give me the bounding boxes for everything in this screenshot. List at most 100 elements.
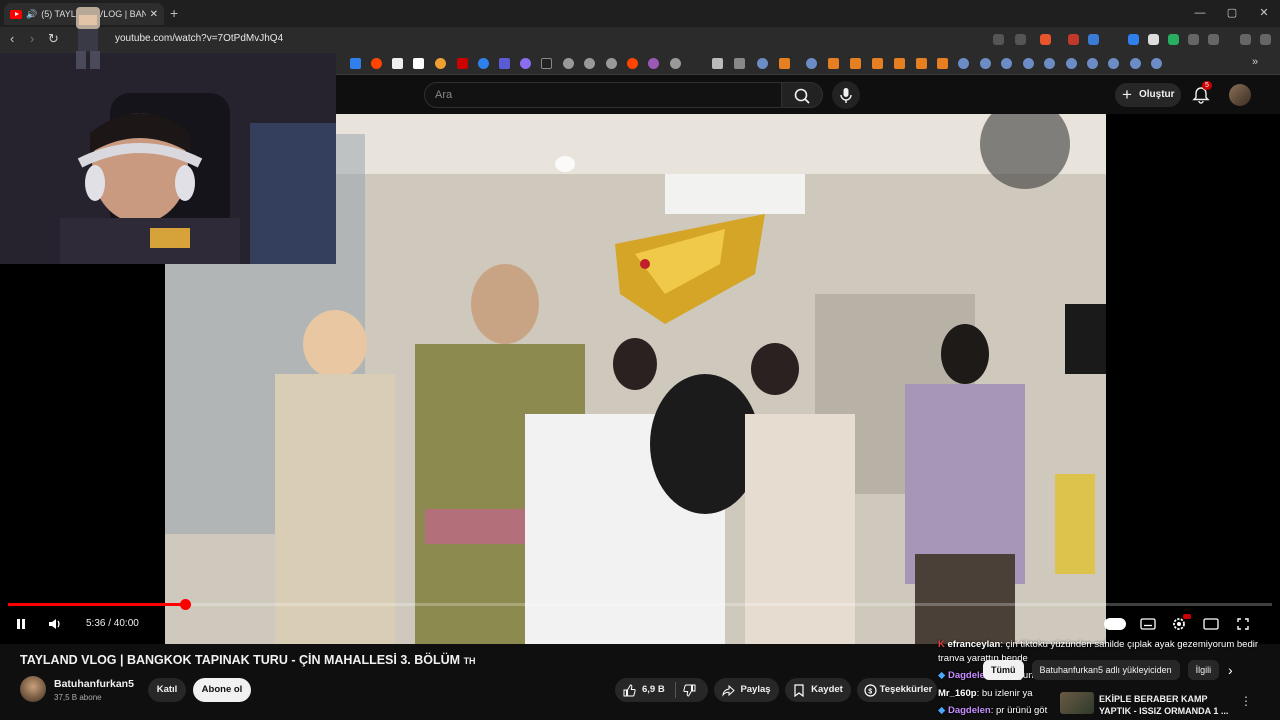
bookmark-icon[interactable] [541, 58, 552, 69]
fullscreen-icon[interactable] [1236, 617, 1250, 631]
bookmark-icon[interactable] [1066, 58, 1077, 69]
extension-icon[interactable] [1128, 34, 1139, 45]
brave-shield-icon[interactable] [1040, 34, 1051, 45]
bookmark-icon[interactable] [872, 58, 883, 69]
bookmark-icon[interactable] [584, 58, 595, 69]
pause-icon[interactable] [14, 617, 28, 631]
bookmark-icon[interactable] [520, 58, 531, 69]
maximize-button[interactable]: ▢ [1216, 0, 1248, 27]
volume-icon[interactable] [47, 617, 63, 631]
url-field[interactable]: youtube.com/watch?v=7OtPdMvJhQ4 [115, 33, 283, 44]
reload-icon[interactable]: ↻ [48, 31, 59, 47]
bookmark-icon[interactable] [1023, 58, 1034, 69]
share-icon[interactable] [1015, 34, 1026, 45]
bookmark-icon[interactable] [1130, 58, 1141, 69]
chat-text: : pr ürünü göt [990, 705, 1048, 716]
bookmark-icon[interactable] [413, 58, 424, 69]
bookmark-icon[interactable] [806, 58, 817, 69]
bookmark-icon[interactable] [478, 58, 489, 69]
cast-icon[interactable] [993, 34, 1004, 45]
join-button[interactable]: Katıl [148, 678, 186, 702]
bookmark-icon[interactable] [670, 58, 681, 69]
share-icon [722, 684, 735, 697]
sidebar-icon[interactable] [1208, 34, 1219, 45]
bookmark-icon[interactable] [648, 58, 659, 69]
chat-badge-icon: ◆ [938, 670, 946, 681]
new-tab-button[interactable]: + [170, 5, 178, 21]
more-options-icon[interactable]: ⋮ [1240, 694, 1252, 708]
menu-icon[interactable] [1260, 34, 1271, 45]
chip-from-uploader[interactable]: Batuhanfurkan5 adlı yükleyiciden [1031, 660, 1180, 680]
bookmark-icon[interactable] [850, 58, 861, 69]
speaker-icon[interactable]: 🔊 [26, 9, 37, 20]
chat-badge-icon: ◆ [938, 705, 946, 716]
close-window-button[interactable]: ✕ [1248, 0, 1280, 27]
share-button[interactable]: Paylaş [714, 678, 779, 702]
bookmark-icon[interactable] [980, 58, 991, 69]
bookmark-icon[interactable] [350, 58, 361, 69]
voice-search-button[interactable] [832, 81, 860, 109]
search-button[interactable] [781, 82, 823, 108]
recommendation-thumbnail[interactable] [1060, 692, 1094, 714]
dislike-icon[interactable] [683, 684, 696, 697]
chip-all[interactable]: Tümü [983, 660, 1024, 680]
more-bookmarks-icon[interactable]: » [1252, 56, 1258, 68]
subscribe-button[interactable]: Abone ol [193, 678, 251, 702]
bookmark-icon[interactable] [1087, 58, 1098, 69]
save-button[interactable]: Kaydet [785, 678, 851, 702]
back-icon[interactable]: ‹ [10, 31, 14, 46]
theater-mode-icon[interactable] [1203, 618, 1219, 630]
tab-close-icon[interactable]: ✕ [150, 9, 158, 20]
subtitles-icon[interactable] [1140, 618, 1156, 630]
bookmark-save-icon [794, 684, 804, 697]
forward-icon[interactable]: › [30, 31, 34, 46]
search-input[interactable]: Ara [424, 82, 782, 108]
bookmark-icon[interactable] [828, 58, 839, 69]
folder-icon[interactable] [734, 58, 745, 69]
bookmark-icon[interactable] [371, 58, 382, 69]
like-icon[interactable] [623, 684, 636, 697]
share-label: Paylaş [740, 684, 771, 695]
puzzle-icon[interactable] [1188, 34, 1199, 45]
bookmark-icon[interactable] [606, 58, 617, 69]
bookmark-icon[interactable] [392, 58, 403, 69]
like-count[interactable]: 6,9 B [642, 678, 665, 702]
bookmark-icon[interactable] [1001, 58, 1012, 69]
extension-icon[interactable] [1068, 34, 1079, 45]
bookmark-icon[interactable] [563, 58, 574, 69]
bookmark-icon[interactable] [757, 58, 768, 69]
bookmark-icon[interactable] [457, 58, 468, 69]
extension-icon[interactable] [1168, 34, 1179, 45]
channel-name[interactable]: Batuhanfurkan5 [54, 678, 134, 690]
minimize-button[interactable]: — [1184, 0, 1216, 27]
thanks-button[interactable]: $ Teşekkürler [857, 678, 937, 702]
bookmark-icon[interactable] [1151, 58, 1162, 69]
bookmark-icon[interactable] [1044, 58, 1055, 69]
browser-tab-bar: 🔊 (5) TAYLAND VLOG | BANGKOK ✕ + — ▢ ✕ [0, 0, 1280, 27]
bookmark-icon[interactable] [499, 58, 510, 69]
recommendation-title[interactable]: EKİPLE BERABER KAMP YAPTIK - ISSIZ ORMAN… [1099, 693, 1239, 717]
plus-icon: + [1122, 85, 1132, 104]
bookmark-icon[interactable] [1108, 58, 1119, 69]
bookmark-icon[interactable] [894, 58, 905, 69]
bookmark-icon[interactable] [958, 58, 969, 69]
autoplay-toggle[interactable] [1104, 618, 1126, 630]
bookmark-icon[interactable] [916, 58, 927, 69]
bookmark-icon[interactable] [627, 58, 638, 69]
account-avatar[interactable] [1229, 84, 1251, 106]
channel-avatar[interactable] [20, 676, 46, 702]
progress-scrubber-handle[interactable] [180, 599, 191, 610]
divider [675, 682, 676, 698]
bookmark-icon[interactable] [779, 58, 790, 69]
bookmark-icon[interactable] [435, 58, 446, 69]
chip-related[interactable]: İlgili [1187, 660, 1220, 680]
media-icon[interactable] [1240, 34, 1251, 45]
chips-next-icon[interactable]: › [1228, 662, 1233, 678]
create-button[interactable]: + Oluştur [1115, 83, 1181, 107]
extension-icon[interactable] [1148, 34, 1159, 45]
bookmark-icon[interactable] [712, 58, 723, 69]
progress-bar[interactable] [8, 599, 1272, 610]
bookmark-icon[interactable] [937, 58, 948, 69]
video-title-text: TAYLAND VLOG | BANGKOK TAPINAK TURU - Çİ… [20, 653, 461, 667]
extension-icon[interactable] [1088, 34, 1099, 45]
